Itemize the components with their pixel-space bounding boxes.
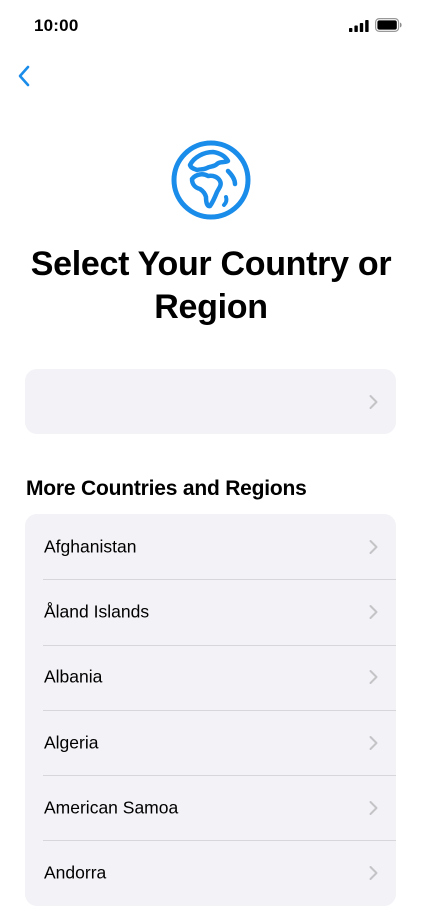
battery-full-icon: [375, 18, 402, 32]
chevron-right-icon: [369, 735, 378, 750]
suggested-region-button[interactable]: [25, 369, 396, 434]
status-time: 10:00: [34, 16, 79, 35]
country-label: Andorra: [44, 862, 107, 883]
chevron-left-icon: [18, 65, 30, 87]
cellular-signal-icon: [349, 20, 369, 32]
chevron-right-icon: [369, 539, 378, 554]
country-item-albania[interactable]: Albania: [25, 644, 396, 710]
chevron-right-icon: [369, 670, 378, 685]
country-label: Algeria: [44, 732, 99, 753]
country-label: American Samoa: [44, 797, 179, 818]
country-item-algeria[interactable]: Algeria: [25, 709, 396, 775]
country-label: Åland Islands: [44, 601, 150, 622]
country-label: Afghanistan: [44, 536, 137, 557]
globe-icon: [171, 140, 251, 220]
chevron-right-icon: [369, 604, 378, 619]
page-title: Select Your Country or Region: [30, 245, 392, 326]
chevron-right-icon: [369, 866, 378, 881]
country-item-andorra[interactable]: Andorra: [25, 840, 396, 905]
country-selection-screen: 10:00 Select Your Country or Region More…: [0, 0, 422, 913]
section-header: More Countries and Regions: [26, 477, 307, 500]
country-item-american-samoa[interactable]: American Samoa: [25, 775, 396, 840]
country-item-afghanistan[interactable]: Afghanistan: [25, 514, 396, 579]
country-item-aland-islands[interactable]: Åland Islands: [25, 579, 396, 644]
country-list: Afghanistan Åland Islands Albania Algeri…: [25, 514, 396, 906]
chevron-right-icon: [369, 394, 378, 409]
country-label: Albania: [44, 666, 103, 687]
chevron-right-icon: [369, 800, 378, 815]
back-button[interactable]: [6, 58, 42, 94]
status-bar: 10:00: [0, 0, 422, 52]
